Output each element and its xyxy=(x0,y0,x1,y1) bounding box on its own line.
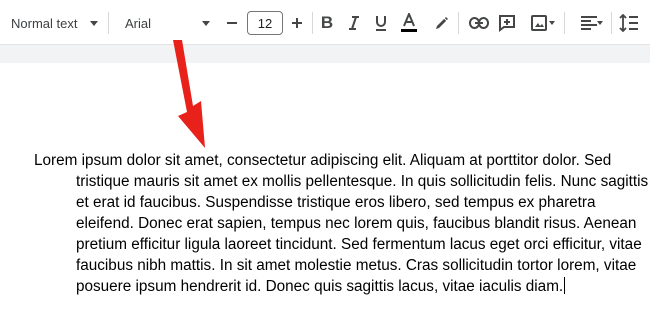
text-cursor xyxy=(564,277,566,294)
toolbar-divider xyxy=(611,12,612,34)
document-paragraph[interactable]: Lorem ipsum dolor sit amet, consectetur … xyxy=(34,150,650,297)
toolbar-divider xyxy=(564,12,565,34)
chevron-down-icon xyxy=(597,21,603,25)
italic-icon xyxy=(349,16,359,30)
formatting-toolbar: Normal text Arial 12 B xyxy=(0,0,650,45)
link-icon xyxy=(469,17,489,29)
minus-icon xyxy=(227,22,237,24)
text-color-button[interactable] xyxy=(396,10,422,36)
line-spacing-icon xyxy=(619,14,638,32)
paragraph-text: Lorem ipsum dolor sit amet, consectetur … xyxy=(34,152,649,295)
increase-font-size-button[interactable] xyxy=(284,11,310,35)
highlight-icon xyxy=(436,17,448,29)
font-size-input[interactable]: 12 xyxy=(247,11,283,35)
plus-icon xyxy=(292,18,302,28)
bold-icon: B xyxy=(320,13,334,32)
insert-image-button[interactable] xyxy=(522,10,556,36)
canvas-background xyxy=(0,45,650,63)
line-spacing-button[interactable] xyxy=(616,10,642,36)
italic-button[interactable] xyxy=(341,10,367,36)
text-color-icon xyxy=(401,13,417,32)
align-button[interactable] xyxy=(572,10,606,36)
paragraph-style-label: Normal text xyxy=(11,15,78,31)
annotation-arrow xyxy=(173,40,205,148)
decrease-font-size-button[interactable] xyxy=(219,11,245,35)
highlight-color-button[interactable] xyxy=(429,10,455,36)
underline-icon xyxy=(376,16,386,31)
underline-button[interactable] xyxy=(368,10,394,36)
bold-button[interactable]: B xyxy=(314,10,340,36)
chevron-down-icon xyxy=(202,21,210,26)
chevron-down-icon xyxy=(90,21,98,26)
toolbar-divider xyxy=(458,12,459,34)
toolbar-divider xyxy=(108,12,109,34)
font-family-select[interactable]: Arial xyxy=(118,10,218,36)
font-family-label: Arial xyxy=(125,15,152,31)
comment-icon xyxy=(499,15,515,32)
insert-link-button[interactable] xyxy=(466,10,492,36)
toolbar-divider xyxy=(312,12,313,34)
paragraph-style-select[interactable]: Normal text xyxy=(0,10,104,36)
align-icon xyxy=(581,16,597,30)
chevron-down-icon xyxy=(549,21,555,25)
image-icon xyxy=(531,15,547,31)
add-comment-button[interactable] xyxy=(494,10,520,36)
